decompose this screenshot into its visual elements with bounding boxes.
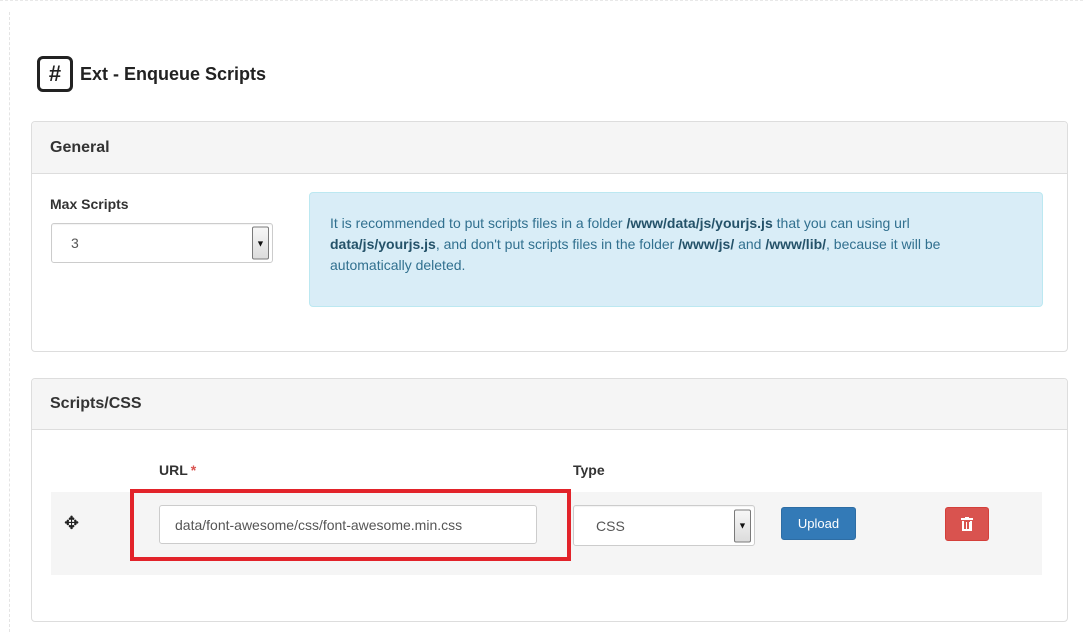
upload-button[interactable]: Upload — [781, 507, 856, 540]
trash-icon — [961, 517, 973, 531]
info-alert: It is recommended to put scripts files i… — [309, 192, 1043, 307]
delete-button[interactable] — [945, 507, 989, 541]
main-content: # Ext - Enqueue Scripts General Max Scri… — [10, 12, 1083, 632]
max-scripts-value: 3 — [71, 235, 79, 251]
required-mark: * — [190, 462, 197, 478]
url-label-text: URL — [159, 462, 188, 478]
page-title: Ext - Enqueue Scripts — [80, 63, 267, 84]
general-panel-heading: General — [32, 122, 1067, 174]
chevron-down-icon[interactable]: ▼ — [252, 226, 269, 260]
type-select[interactable]: CSS ▼ — [573, 505, 755, 546]
info-text-2: that you can using url — [772, 215, 910, 231]
type-select-value: CSS — [596, 517, 625, 534]
general-panel: General Max Scripts 3 ▼ It is recommende… — [31, 121, 1068, 352]
scripts-panel: Scripts/CSS URL * Type ✥ data/font-awesom… — [31, 378, 1068, 622]
info-url-data-js: data/js/yourjs.js — [330, 236, 436, 252]
info-path-www-lib: /www/lib/ — [765, 236, 827, 252]
info-path-www-js: /www/js/ — [678, 236, 735, 252]
info-text-3: , and don't put scripts files in the fol… — [435, 236, 679, 252]
info-text-1: It is recommended to put scripts files i… — [330, 215, 627, 231]
highlight-annotation — [130, 489, 571, 561]
url-column-label: URL * — [159, 462, 196, 478]
type-column-label: Type — [573, 462, 605, 478]
page-header: # Ext - Enqueue Scripts — [37, 56, 266, 92]
chevron-down-icon[interactable]: ▼ — [734, 509, 751, 542]
info-path-data-js: /www/data/js/yourjs.js — [626, 215, 773, 231]
max-scripts-label: Max Scripts — [50, 196, 129, 212]
max-scripts-select[interactable]: 3 ▼ — [51, 223, 273, 263]
scripts-panel-heading: Scripts/CSS — [32, 379, 1067, 430]
move-icon[interactable]: ✥ — [64, 513, 79, 534]
hashtag-icon: # — [37, 56, 73, 92]
info-text-4: and — [734, 236, 766, 252]
